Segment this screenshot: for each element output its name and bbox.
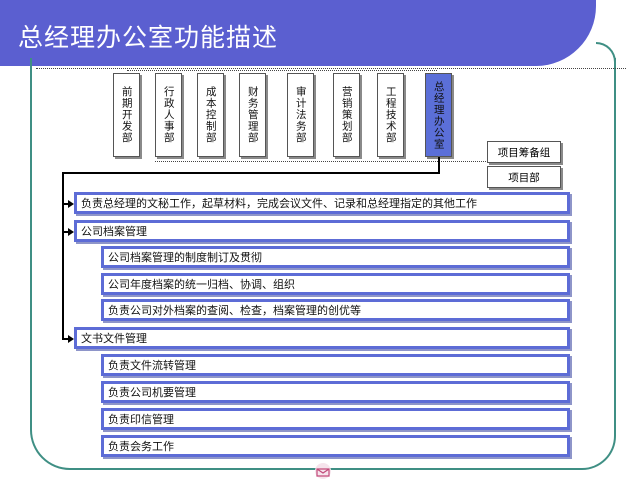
dept-label: 成本控制部	[204, 86, 217, 144]
dept-label: 行政人事部	[162, 86, 175, 144]
dept-label: 营销策划部	[340, 86, 353, 144]
function-label: 公司档案管理的制度制订及贯彻	[104, 249, 567, 265]
dept-label: 审计法务部	[294, 86, 307, 144]
dept-label: 总经理办公室	[432, 80, 445, 150]
function-bar: 公司档案管理的制度制订及贯彻	[101, 246, 570, 268]
function-bar: 负责公司机要管理	[101, 381, 570, 403]
function-bar: 负责印信管理	[101, 408, 570, 430]
dept-box: 工程技术部	[377, 73, 404, 157]
dept-label: 工程技术部	[384, 86, 397, 144]
side-box: 项目筹备组	[487, 141, 561, 163]
function-label: 负责印信管理	[104, 411, 567, 427]
dept-connector-top	[127, 70, 437, 71]
function-label: 负责文件流转管理	[104, 357, 567, 373]
dept-box: 营销策划部	[333, 73, 360, 157]
function-label: 负责总经理的文秘工作，起草材料，完成会议文件、记录和总经理指定的其他工作	[77, 195, 567, 211]
function-bar: 负责总经理的文秘工作，起草材料，完成会议文件、记录和总经理指定的其他工作	[74, 192, 570, 214]
function-bar: 公司年度档案的统一归档、协调、组织	[101, 273, 570, 295]
connector-line	[438, 157, 440, 173]
dept-label: 财务管理部	[246, 86, 259, 144]
function-label: 负责会务工作	[104, 438, 567, 454]
envelope-logo-icon	[315, 463, 331, 479]
function-bar: 负责文件流转管理	[101, 354, 570, 376]
function-bar: 文书文件管理	[74, 327, 570, 349]
dept-box: 成本控制部	[197, 73, 224, 157]
header-dotted-line	[36, 68, 626, 69]
dept-label: 前期开发部	[120, 86, 133, 144]
side-box: 项目部	[487, 166, 561, 188]
dept-box: 行政人事部	[155, 73, 182, 157]
function-bar: 负责公司对外档案的查阅、检查，档案管理的创优等	[101, 299, 570, 321]
function-bar: 负责会务工作	[101, 435, 570, 457]
function-label: 负责公司对外档案的查阅、检查，档案管理的创优等	[104, 302, 567, 318]
dept-box: 财务管理部	[239, 73, 266, 157]
content-frame-corner	[596, 42, 616, 162]
function-label: 负责公司机要管理	[104, 384, 567, 400]
dept-box-selected: 总经理办公室	[425, 73, 452, 157]
function-label: 公司档案管理	[77, 223, 567, 239]
function-bar: 公司档案管理	[74, 220, 570, 242]
function-label: 公司年度档案的统一归档、协调、组织	[104, 276, 567, 292]
dept-box: 审计法务部	[287, 73, 314, 157]
function-label: 文书文件管理	[77, 330, 567, 346]
connector-line	[62, 172, 440, 174]
page-title: 总经理办公室功能描述	[18, 23, 279, 52]
dept-box: 前期开发部	[113, 73, 140, 157]
dept-connector-bottom	[155, 161, 510, 162]
connector-line	[62, 172, 64, 339]
